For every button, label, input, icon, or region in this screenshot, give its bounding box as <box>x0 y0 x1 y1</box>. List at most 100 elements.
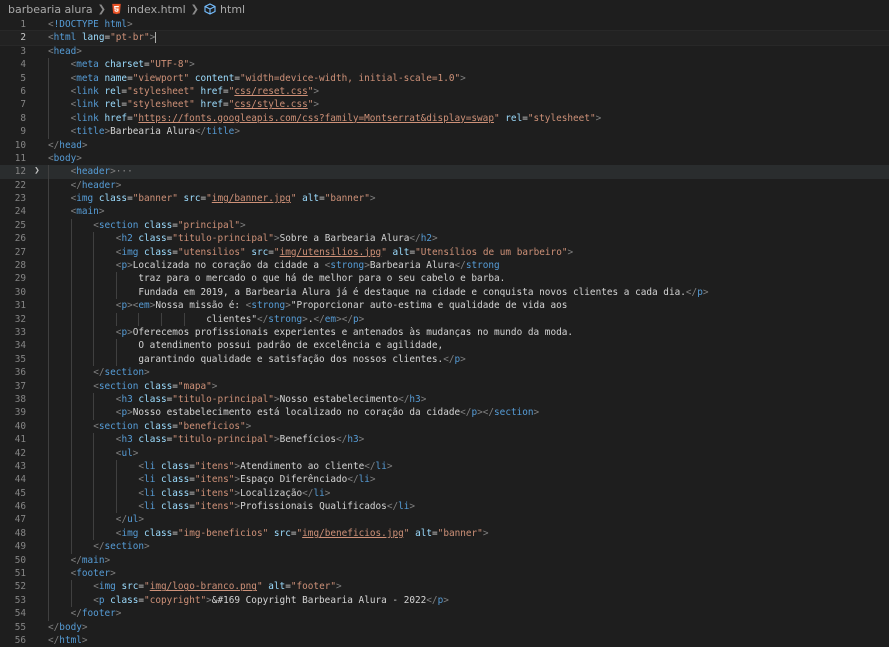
breadcrumb-symbol[interactable]: html <box>220 3 245 16</box>
code-line[interactable]: 2 <html lang="pt-br"> <box>0 30 889 46</box>
code-token: "stylesheet" <box>127 99 195 111</box>
code-line[interactable]: 25 <section class="principal"> <box>0 218 889 233</box>
code-token: h2 <box>420 233 432 245</box>
code-line[interactable]: 54 </footer> <box>0 607 889 621</box>
code-text: <head> <box>48 45 82 58</box>
code-token: > <box>460 353 466 365</box>
code-line[interactable]: 12 ❯ <header>··· <box>0 165 889 179</box>
code-line[interactable]: 5 <meta name="viewport" content="width=de… <box>0 71 889 85</box>
indent-guide <box>93 513 95 527</box>
code-line[interactable]: 1 <!DOCTYPE html> <box>0 18 889 31</box>
code-line[interactable]: 30 Fundada em 2019, a Barbearia Alura já … <box>0 285 889 300</box>
indent-guide <box>70 232 72 246</box>
code-line[interactable]: 3 <head> <box>0 45 889 58</box>
breadcrumb-folder[interactable]: barbearia alura <box>8 3 93 16</box>
code-line[interactable]: 7 <link rel="stylesheet" href="css/style.… <box>0 98 889 112</box>
indent-guide <box>70 593 72 608</box>
indent-guide <box>48 433 49 447</box>
indent-guide <box>48 58 49 72</box>
code-token: https://fonts.googleapis.com/css?family=… <box>138 112 494 124</box>
code-line[interactable]: 39 <p>Nosso estabelecimento está localiza… <box>0 406 889 420</box>
code-text: </main> <box>71 554 111 567</box>
line-number: 44 <box>14 474 26 486</box>
code-token: </ <box>364 460 376 472</box>
line-number: 24 <box>14 206 26 218</box>
code-line[interactable]: 47 </ul> <box>0 513 889 527</box>
code-line[interactable]: 48 <img class="img-beneficios" src="img/b… <box>0 526 889 541</box>
code-line[interactable]: 51 <footer> <box>0 567 889 581</box>
code-line[interactable]: 9 <title>Barbearia Alura</title> <box>0 125 889 139</box>
code-line[interactable]: 40 <section class="beneficios"> <box>0 419 889 434</box>
code-line[interactable]: 27 <img class="utensilios" src="img/utens… <box>0 245 889 260</box>
code-token: > <box>369 193 376 205</box>
code-line[interactable]: 28 <p>Localizada no coração da cidade a <… <box>0 259 889 273</box>
code-token: "principal" <box>177 219 240 231</box>
code-line[interactable]: 26 <h2 class="titulo-principal">Sobre a B… <box>0 232 889 246</box>
line-number: 50 <box>14 554 26 566</box>
code-token: "banner" <box>437 527 483 539</box>
code-token: Atendimento ao cliente <box>240 460 365 472</box>
indent-guide <box>48 419 49 434</box>
code-token: li <box>375 460 387 472</box>
code-token: class <box>144 219 173 231</box>
code-token: </ <box>460 407 472 419</box>
code-line[interactable]: 38 <h3 class="titulo-principal">Nosso est… <box>0 392 889 407</box>
code-token: header <box>76 166 111 178</box>
code-line[interactable]: 34 O atendimento possui padrão de excelên… <box>0 339 889 353</box>
code-line[interactable]: 24 <main> <box>0 205 889 219</box>
line-number: 25 <box>14 219 26 231</box>
code-text: <main> <box>71 205 105 218</box>
code-token: "width=device-width, initial-scale=1.0" <box>240 72 461 84</box>
indent-guide <box>70 272 72 286</box>
indent-guide <box>115 272 117 286</box>
line-number: 49 <box>14 541 26 553</box>
code-line[interactable]: 55 </body> <box>0 621 889 634</box>
code-line[interactable]: 33 <p>Oferecemos profissionais experiente… <box>0 325 889 340</box>
code-line[interactable]: 35 garantindo qualidade e satisfação dos … <box>0 352 889 367</box>
code-text: <!DOCTYPE html> <box>48 18 133 31</box>
code-line[interactable]: 49 </section> <box>0 540 889 554</box>
code-token: img/utensilios.jpg <box>279 246 382 258</box>
breadcrumb: barbearia alura ❯ index.html ❯ html <box>0 0 889 18</box>
code-line[interactable]: 37 <section class="mapa"> <box>0 379 889 393</box>
code-line[interactable]: 8 <link href="https://fonts.googleapis.co… <box>0 111 889 126</box>
line-number: 32 <box>14 313 26 325</box>
code-line[interactable]: 52 <img src="img/logo-branco.png" alt="fo… <box>0 580 889 594</box>
code-line[interactable]: 6 <link rel="stylesheet" href="css/reset.… <box>0 84 889 99</box>
code-text: <body> <box>48 152 82 165</box>
line-number: 7 <box>20 99 26 111</box>
code-line[interactable]: 41 <h3 class="titulo-principal">Benefício… <box>0 433 889 447</box>
code-line[interactable]: 10 </head> <box>0 139 889 152</box>
code-token: ··· <box>115 166 133 178</box>
fold-chevron-icon[interactable]: ❯ <box>32 165 42 178</box>
code-line[interactable]: 4 <meta charset="UTF-8"> <box>0 58 889 72</box>
code-token: </ <box>454 260 466 272</box>
indent-guide <box>93 272 95 286</box>
code-line[interactable]: 46 <li class="itens">Profissionais Qualif… <box>0 500 889 514</box>
code-token: "Proporcionar auto-estima e qualidade de… <box>290 300 568 312</box>
code-token: > <box>240 219 246 231</box>
code-line[interactable]: 45 <li class="itens">Localização</li> <box>0 486 889 501</box>
code-line[interactable]: 44 <li class="itens">Espaço Diferênciado<… <box>0 473 889 487</box>
code-line[interactable]: 36 </section> <box>0 366 889 380</box>
code-line[interactable]: 31 <p><em>Nossa missão é: <strong>"Propor… <box>0 299 889 313</box>
code-token: > <box>81 139 88 151</box>
code-line[interactable]: 43 <li class="itens">Atendimento ao clien… <box>0 459 889 474</box>
code-line[interactable]: 29 traz para o mercado o que há de melhor… <box>0 272 889 286</box>
code-token: </ <box>313 313 325 325</box>
code-line[interactable]: 23 <img class="banner" src="img/banner.jp… <box>0 192 889 206</box>
code-token: </ <box>194 126 207 138</box>
code-line[interactable]: 42 <ul> <box>0 446 889 460</box>
code-editor[interactable]: 1 <!DOCTYPE html> 2 <html lang="pt-br"> 3 <he… <box>0 18 889 647</box>
code-line[interactable]: 50 </main> <box>0 553 889 568</box>
code-line[interactable]: 56 </html> <box>0 634 889 647</box>
breadcrumb-file[interactable]: index.html <box>127 3 186 16</box>
line-number: 56 <box>14 634 26 646</box>
code-token: </ <box>409 233 421 245</box>
code-token: class <box>144 246 173 258</box>
code-line[interactable]: 22 </header> <box>0 178 889 193</box>
code-line[interactable]: 53 <p class="copyright">&#169 Copyright B… <box>0 593 889 608</box>
indent-guide <box>70 500 72 514</box>
code-line[interactable]: 32 clientes"</strong>.</em></p> <box>0 312 889 326</box>
code-line[interactable]: 11 <body> <box>0 152 889 165</box>
